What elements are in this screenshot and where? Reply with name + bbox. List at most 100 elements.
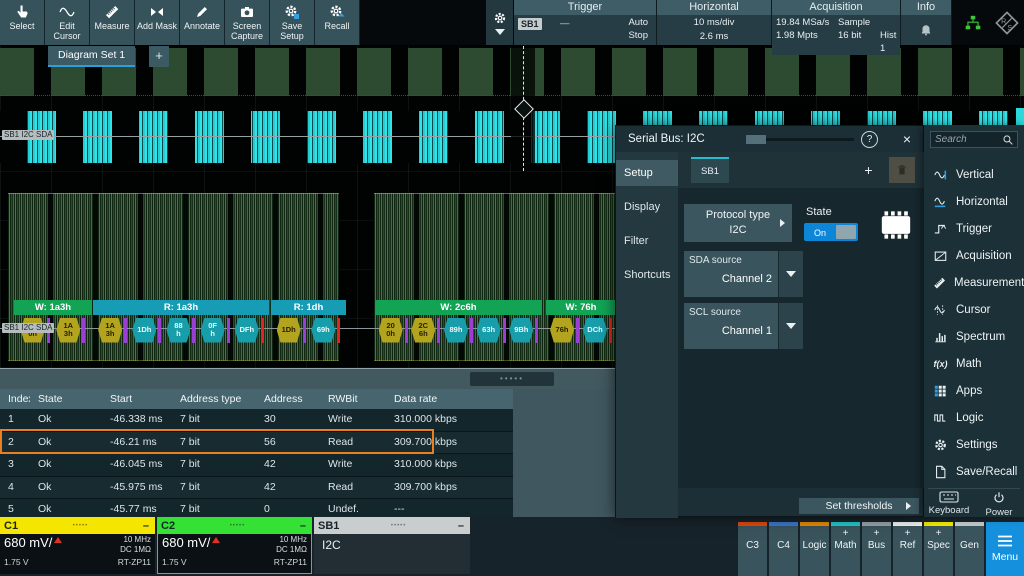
menu-item-math[interactable]: f(x) Math: [924, 350, 1024, 377]
decoded-frame[interactable]: R: 1a3h 1A 3h 1Dh: [93, 300, 269, 346]
signal-button[interactable]: C3: [738, 522, 767, 576]
logic-wave-icon: [932, 411, 949, 425]
table-header-cell[interactable]: Index: [0, 389, 30, 409]
notification-bell-icon[interactable]: [919, 23, 933, 37]
minimize-button[interactable]: –: [300, 520, 312, 532]
table-header-cell[interactable]: Address type: [172, 389, 256, 409]
channel-badge-c1[interactable]: C1 ••••• – 680 mV/ 10 MHzDC 1MΩ 1.75 V R…: [0, 517, 155, 576]
dialog-slider-handle[interactable]: [746, 135, 766, 144]
signal-button[interactable]: + Bus: [862, 522, 891, 576]
tab-filter[interactable]: Filter: [616, 228, 678, 254]
menu-item-cursor[interactable]: Cursor: [924, 296, 1024, 323]
decoded-frame[interactable]: R: 1dh 1Dh 69h: [271, 300, 346, 346]
tab-display[interactable]: Display: [616, 194, 678, 220]
scl-source-dropdown[interactable]: [779, 303, 803, 349]
horizontal-scale: 10 ms/div: [657, 16, 771, 30]
menu-item-save-recall[interactable]: Save/Recall: [924, 458, 1024, 485]
save-setup-button[interactable]: Save Setup: [270, 0, 315, 45]
menu-item-label: Settings: [956, 439, 998, 451]
toolbar-settings-button[interactable]: [486, 0, 513, 45]
recall-button[interactable]: Recall: [315, 0, 360, 45]
minimize-button[interactable]: –: [458, 520, 470, 532]
signal-color-bar: [800, 522, 829, 526]
delete-bus-button[interactable]: [889, 157, 915, 183]
protocol-type-button[interactable]: Protocol typeI2C: [684, 204, 792, 242]
set-thresholds-button[interactable]: Set thresholds: [799, 498, 919, 514]
token-wrap: 20 0h: [379, 318, 408, 343]
trigger-status-section[interactable]: Trigger SB1 — AutoStop: [514, 0, 657, 45]
table-cell: Write: [320, 409, 386, 431]
horizontal-scrollbar[interactable]: •••••: [0, 368, 615, 389]
mask-bowtie-icon: [149, 3, 165, 21]
menu-item-logic[interactable]: Logic: [924, 404, 1024, 431]
screen-capture-button[interactable]: Screen Capture: [225, 0, 270, 45]
table-row[interactable]: 2Ok-46.21 ms7 bit56Read309.700 kbps: [0, 432, 513, 455]
scl-source-box[interactable]: SCL source Channel 1: [684, 303, 778, 349]
sda-source-dropdown[interactable]: [779, 251, 803, 297]
table-row[interactable]: 3Ok-46.045 ms7 bit42Write310.000 kbps: [0, 454, 513, 477]
menu-item-settings[interactable]: Settings: [924, 431, 1024, 458]
channel-badge-c2[interactable]: C2 ••••• – 680 mV/ 10 MHzDC 1MΩ 1.75 V R…: [157, 517, 312, 576]
signal-button[interactable]: C4: [769, 522, 798, 576]
measure-button[interactable]: Measure: [90, 0, 135, 45]
table-header-cell[interactable]: RWBit: [320, 389, 386, 409]
menu-item-vertical[interactable]: Vertical: [924, 161, 1024, 188]
menu-item-acquisition[interactable]: Acquisition: [924, 242, 1024, 269]
select-button[interactable]: Select: [0, 0, 45, 45]
dialog-titlebar[interactable]: Serial Bus: I2C ? ×: [616, 126, 923, 153]
keyboard-button[interactable]: Keyboard: [924, 491, 974, 518]
info-status-section[interactable]: Info: [901, 0, 952, 45]
annotate-button[interactable]: Annotate: [180, 0, 225, 45]
sda-source-box[interactable]: SDA source Channel 2: [684, 251, 778, 297]
close-icon[interactable]: ×: [898, 130, 916, 148]
measurement-ruler-icon: [932, 276, 947, 290]
decoded-frame[interactable]: W: 76h 76h DCh: [546, 300, 616, 346]
minimize-button[interactable]: –: [143, 520, 155, 532]
ack-separator: [192, 318, 195, 343]
frame-label: R: 1a3h: [164, 302, 198, 313]
token-wrap: 2C 6h: [411, 318, 440, 343]
search-input[interactable]: Search: [930, 131, 1018, 148]
acquisition-mode: Sample: [838, 16, 880, 29]
token-wrap: 1A 3h: [98, 318, 127, 343]
scrollbar-handle[interactable]: •••••: [470, 372, 554, 386]
signal-button[interactable]: + Spec: [924, 522, 953, 576]
table-row[interactable]: 4Ok-45.975 ms7 bit42Read309.700 kbps: [0, 477, 513, 500]
bus-badge-sb1[interactable]: SB1 ••••• – I2C: [314, 517, 470, 576]
add-indicator: +: [843, 526, 849, 540]
signal-color-bar: [769, 522, 798, 526]
hamburger-icon: [997, 535, 1013, 547]
signal-button[interactable]: Gen: [955, 522, 984, 576]
menu-item-apps[interactable]: Apps: [924, 377, 1024, 404]
overload-warning-icon: [212, 537, 220, 543]
table-header-cell[interactable]: State: [30, 389, 102, 409]
table-header-cell[interactable]: Data rate: [386, 389, 496, 409]
menu-button[interactable]: Menu: [986, 522, 1024, 576]
add-diagram-tab-button[interactable]: +: [149, 46, 169, 67]
help-icon[interactable]: ?: [861, 131, 878, 148]
menu-item-trigger[interactable]: Trigger: [924, 215, 1024, 242]
state-toggle[interactable]: On: [804, 223, 858, 241]
table-header-cell[interactable]: Address: [256, 389, 320, 409]
signal-button[interactable]: + Math: [831, 522, 860, 576]
signal-button[interactable]: Logic: [800, 522, 829, 576]
tab-diagram-set-1[interactable]: Diagram Set 1: [48, 46, 135, 67]
tab-shortcuts[interactable]: Shortcuts: [616, 262, 678, 288]
add-mask-button[interactable]: Add Mask: [135, 0, 180, 45]
menu-item-horizontal[interactable]: Horizontal: [924, 188, 1024, 215]
tab-setup[interactable]: Setup: [616, 160, 678, 186]
signal-button[interactable]: + Ref: [893, 522, 922, 576]
table-cell: 309.700 kbps: [386, 432, 496, 454]
menu-item-spectrum[interactable]: Spectrum: [924, 323, 1024, 350]
acquisition-status-section[interactable]: Acquisition 19.84 MSa/s Sample 1.98 Mpts…: [772, 0, 901, 45]
bus-tab-sb1[interactable]: SB1: [691, 157, 729, 183]
add-bus-button[interactable]: +: [856, 157, 881, 183]
menu-item-measurement[interactable]: Measurement: [924, 269, 1024, 296]
table-row[interactable]: 1Ok-46.338 ms7 bit30Write310.000 kbps: [0, 409, 513, 432]
decoded-frame[interactable]: W: 2c6h 20 0h 2C 6h: [375, 300, 542, 346]
table-header-cell[interactable]: Start: [102, 389, 172, 409]
save-setup-gear-icon: [284, 3, 300, 21]
edit-cursor-button[interactable]: Edit Cursor: [45, 0, 90, 45]
power-button[interactable]: Power: [974, 491, 1024, 518]
horizontal-status-section[interactable]: Horizontal 10 ms/div 2.6 ms: [657, 0, 772, 45]
